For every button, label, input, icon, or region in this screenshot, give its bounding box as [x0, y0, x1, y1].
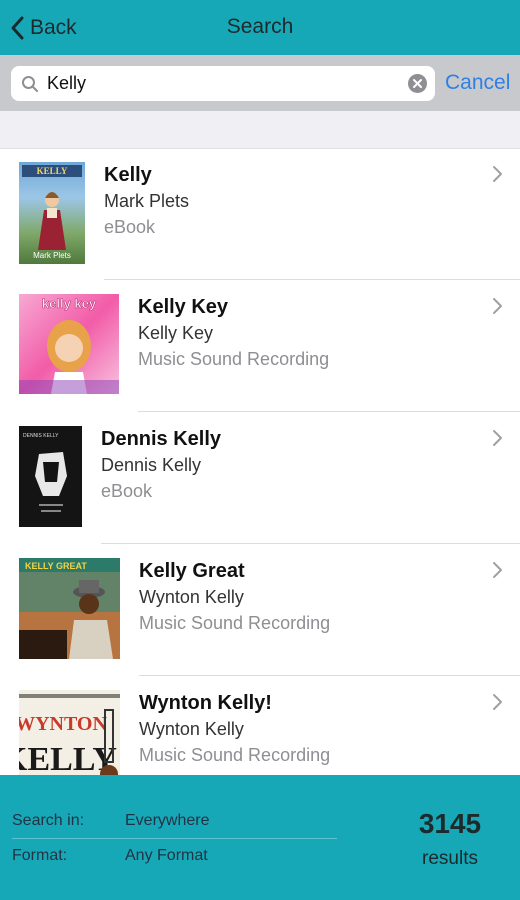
search-in-value[interactable]: Everywhere — [125, 812, 209, 830]
format-label: Format: — [12, 847, 68, 864]
cover-subtext: Mark Plets — [33, 251, 71, 260]
result-title: Dennis Kelly — [101, 428, 222, 450]
cover-image: KELLY GREAT — [19, 558, 120, 659]
result-title: Kelly — [104, 164, 152, 186]
search-bar — [0, 55, 520, 111]
result-author: Wynton Kelly — [139, 587, 244, 607]
search-field[interactable] — [11, 66, 435, 101]
chevron-right-icon — [493, 694, 502, 710]
search-options-footer: Search in: Everywhere Format: Any Format… — [0, 775, 520, 900]
result-format: eBook — [104, 217, 156, 237]
result-title: Kelly Key — [138, 296, 229, 318]
result-texts: Kelly Key Kelly Key Music Sound Recordin… — [138, 294, 329, 372]
result-row[interactable]: kelly key Kelly Key Kelly Key Music Soun… — [0, 280, 520, 412]
section-spacer — [0, 111, 520, 149]
result-row[interactable]: KELLY GREAT Kelly Great Wynton Kelly Mus… — [0, 544, 520, 676]
magnifier-icon — [22, 76, 38, 92]
results-count-label: results — [422, 848, 478, 869]
cover-text: WYNTON — [19, 713, 107, 735]
result-texts: Wynton Kelly! Wynton Kelly Music Sound R… — [139, 690, 330, 768]
cancel-button[interactable]: Cancel — [445, 71, 510, 95]
cover-image: kelly key — [19, 294, 119, 394]
chevron-right-icon — [493, 166, 502, 182]
chevron-right-icon — [493, 430, 502, 446]
result-texts: Dennis Kelly Dennis Kelly eBook — [101, 426, 221, 504]
result-row[interactable]: WYNTON KELLY Wynton Kelly! Wynton Kelly … — [0, 676, 520, 775]
chevron-right-icon — [493, 562, 502, 578]
result-format: Music Sound Recording — [139, 613, 331, 633]
result-texts: Kelly Great Wynton Kelly Music Sound Rec… — [139, 558, 330, 636]
result-format: Music Sound Recording — [138, 349, 330, 369]
results-list: KELLY Mark Plets Kelly Mark Plets eBook … — [0, 148, 520, 775]
result-format: eBook — [101, 481, 153, 501]
page-title: Search — [226, 15, 294, 38]
result-title: Kelly Great — [139, 560, 245, 582]
results-count: 3145 — [418, 808, 482, 839]
search-input[interactable] — [47, 71, 407, 96]
result-author: Mark Plets — [104, 191, 190, 211]
chevron-right-icon — [493, 298, 502, 314]
format-value[interactable]: Any Format — [125, 847, 208, 865]
result-title: Wynton Kelly! — [139, 692, 272, 714]
cover-image: KELLY Mark Plets — [19, 162, 85, 264]
result-row[interactable]: KELLY Mark Plets Kelly Mark Plets eBook — [0, 148, 520, 280]
cover-text: DENNIS KELLY — [23, 433, 59, 439]
nav-bar: Back Search — [0, 0, 520, 55]
clear-icon[interactable] — [408, 74, 427, 93]
result-author: Wynton Kelly — [139, 719, 244, 739]
footer-divider — [12, 838, 337, 839]
result-texts: Kelly Mark Plets eBook — [104, 162, 189, 240]
cover-text: KELLY GREAT — [25, 561, 87, 571]
search-in-label: Search in: — [12, 812, 85, 829]
cover-image: DENNIS KELLY — [19, 426, 82, 527]
result-format: Music Sound Recording — [139, 745, 331, 765]
cover-text: KELLY — [37, 166, 68, 176]
result-author: Dennis Kelly — [101, 455, 202, 475]
result-row[interactable]: DENNIS KELLY Dennis Kelly Dennis Kelly e… — [0, 412, 520, 544]
cover-text: kelly key — [42, 296, 97, 311]
cover-image: WYNTON KELLY — [19, 690, 120, 775]
result-author: Kelly Key — [138, 323, 214, 343]
